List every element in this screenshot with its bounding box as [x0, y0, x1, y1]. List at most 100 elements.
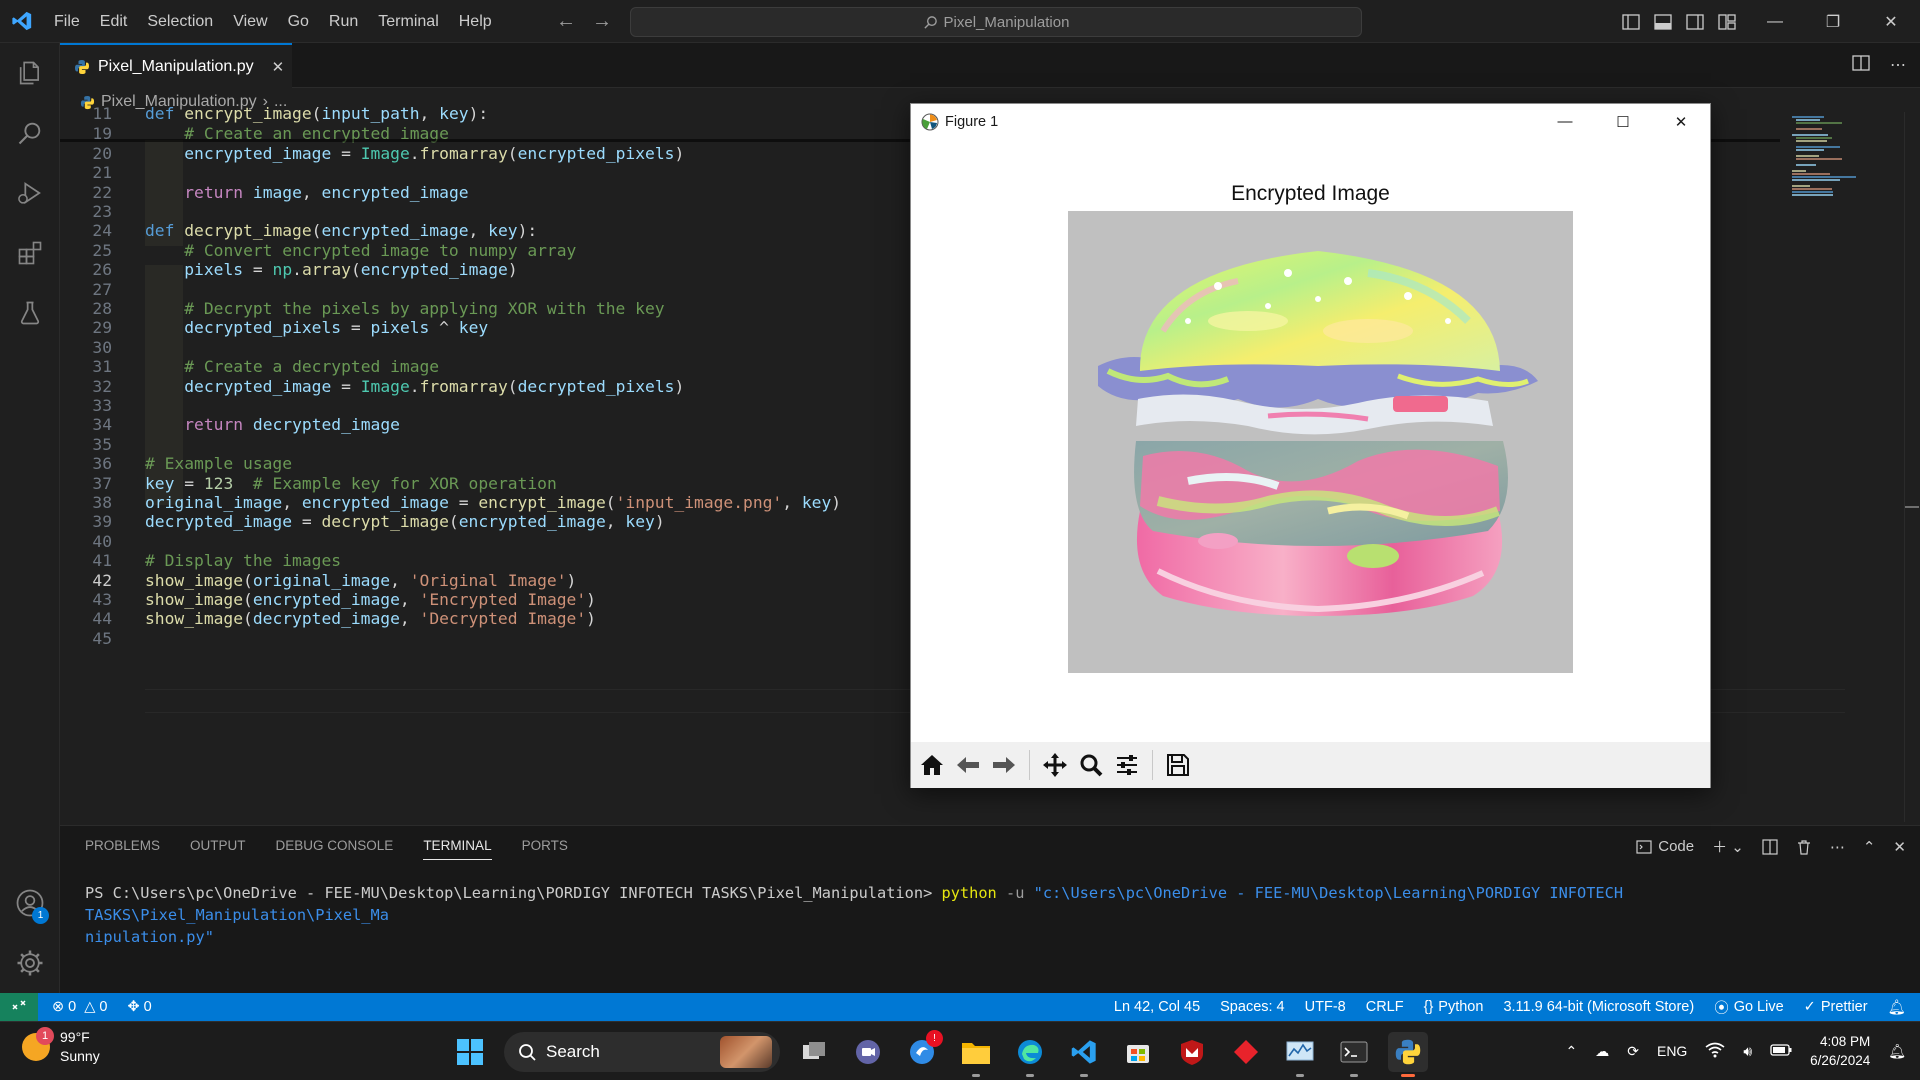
- weather-condition: Sunny: [60, 1048, 100, 1064]
- figure-minimize-button[interactable]: —: [1536, 104, 1594, 139]
- indentation[interactable]: Spaces: 4: [1220, 999, 1285, 1015]
- python-figure-taskbar-icon[interactable]: [1388, 1032, 1428, 1077]
- tab-problems[interactable]: PROBLEMS: [85, 838, 160, 860]
- browser-app-icon[interactable]: !: [902, 1030, 943, 1072]
- maximize-panel-icon[interactable]: ⌃: [1863, 838, 1876, 856]
- more-actions-icon[interactable]: ⋯: [1890, 55, 1906, 75]
- tab-output[interactable]: OUTPUT: [190, 838, 246, 860]
- remote-indicator-icon[interactable]: [0, 993, 38, 1021]
- teams-meet-icon[interactable]: [848, 1032, 888, 1072]
- figure-maximize-button[interactable]: ☐: [1594, 104, 1652, 139]
- toggle-sidebar-icon[interactable]: [1622, 13, 1640, 30]
- mcafee-icon[interactable]: [1172, 1032, 1212, 1072]
- windows-taskbar: 1 99°F Sunny Search ! ⌃ ☁ ⟳ ENG 🔊︎ 4:08 …: [0, 1021, 1920, 1080]
- manage-gear-icon[interactable]: [14, 947, 46, 979]
- problems-indicator[interactable]: ⊗ 0 △ 0: [52, 999, 107, 1015]
- menu-go[interactable]: Go: [278, 0, 319, 43]
- back-icon[interactable]: [953, 750, 983, 780]
- toggle-panel-icon[interactable]: [1654, 13, 1672, 30]
- split-terminal-icon[interactable]: [1762, 838, 1778, 855]
- taskbar-search-label: Search: [546, 1042, 600, 1061]
- vscode-taskbar-icon[interactable]: [1064, 1032, 1104, 1077]
- close-window-button[interactable]: ✕: [1862, 0, 1920, 43]
- testing-flask-icon[interactable]: [14, 297, 46, 329]
- split-editor-icon[interactable]: [1852, 55, 1870, 71]
- notification-bell-icon[interactable]: 🔔︎: [1888, 1043, 1906, 1060]
- tab-ports[interactable]: PORTS: [522, 838, 568, 860]
- weather-widget[interactable]: 1 99°F Sunny: [22, 1027, 100, 1066]
- encoding[interactable]: UTF-8: [1305, 999, 1346, 1015]
- wifi-icon[interactable]: [1705, 1042, 1725, 1061]
- red-diamond-app-icon[interactable]: [1226, 1032, 1266, 1072]
- python-interpreter[interactable]: 3.11.9 64-bit (Microsoft Store): [1503, 999, 1694, 1015]
- tab-debug-console[interactable]: DEBUG CONSOLE: [276, 838, 394, 860]
- task-view-icon[interactable]: [794, 1032, 834, 1072]
- menu-file[interactable]: File: [44, 0, 90, 43]
- notifications-bell-icon[interactable]: 🔔︎: [1888, 999, 1906, 1016]
- accounts-icon[interactable]: 1: [14, 887, 49, 924]
- cursor-position[interactable]: Ln 42, Col 45: [1114, 999, 1200, 1015]
- input-language[interactable]: ENG: [1657, 1043, 1687, 1059]
- start-button[interactable]: [450, 1032, 490, 1072]
- file-explorer-icon[interactable]: [956, 1032, 996, 1077]
- minimize-button[interactable]: —: [1746, 0, 1804, 43]
- menu-run[interactable]: Run: [319, 0, 368, 43]
- tab-pixel-manipulation[interactable]: Pixel_Manipulation.py ✕: [60, 43, 292, 88]
- edge-browser-icon[interactable]: [1010, 1032, 1050, 1077]
- command-center-search[interactable]: Pixel_Manipulation: [630, 7, 1362, 37]
- terminal-app-icon[interactable]: [1334, 1032, 1374, 1077]
- search-icon[interactable]: [14, 117, 46, 149]
- back-arrow-icon[interactable]: ←: [556, 10, 576, 33]
- menu-view[interactable]: View: [223, 0, 277, 43]
- menu-terminal[interactable]: Terminal: [368, 0, 448, 43]
- forward-icon[interactable]: [989, 750, 1019, 780]
- language-mode[interactable]: {} Python: [1424, 999, 1484, 1015]
- panel-more-icon[interactable]: ⋯: [1830, 838, 1845, 856]
- configure-subplots-icon[interactable]: [1112, 750, 1142, 780]
- menu-selection[interactable]: Selection: [137, 0, 223, 43]
- figure-close-button[interactable]: ✕: [1652, 104, 1710, 139]
- go-live-button[interactable]: ⦿ Go Live: [1714, 997, 1783, 1018]
- toggle-secondary-sidebar-icon[interactable]: [1686, 13, 1704, 30]
- battery-icon[interactable]: [1770, 1043, 1792, 1059]
- editor-scrollbar[interactable]: [1904, 112, 1919, 822]
- line-ending[interactable]: CRLF: [1366, 999, 1404, 1015]
- tab-terminal[interactable]: TERMINAL: [423, 838, 492, 860]
- minimap-line: [1796, 155, 1820, 157]
- running-indicator: [1350, 1074, 1358, 1077]
- microsoft-store-icon[interactable]: [1118, 1032, 1158, 1072]
- volume-icon[interactable]: 🔊︎: [1743, 1043, 1752, 1060]
- taskbar-search[interactable]: Search: [504, 1032, 780, 1072]
- figure-title-bar[interactable]: Figure 1 — ☐ ✕: [911, 104, 1710, 139]
- forward-arrow-icon[interactable]: →: [592, 10, 612, 33]
- minimap-line: [1796, 164, 1816, 166]
- minimap[interactable]: [1790, 112, 1910, 202]
- home-icon[interactable]: [917, 750, 947, 780]
- trash-icon[interactable]: [1796, 839, 1812, 855]
- close-tab-icon[interactable]: ✕: [272, 58, 285, 76]
- terminal-shell-selector[interactable]: Code: [1636, 838, 1694, 855]
- explorer-icon[interactable]: [14, 57, 46, 89]
- clock[interactable]: 4:08 PM 6/26/2024: [1810, 1032, 1870, 1070]
- onedrive-offline-icon[interactable]: ☁: [1595, 1043, 1609, 1060]
- notification-badge: !: [926, 1030, 943, 1047]
- zoom-icon[interactable]: [1076, 750, 1106, 780]
- command-center-label: Pixel_Manipulation: [943, 13, 1070, 31]
- terminal-output[interactable]: PS C:\Users\pc\OneDrive - FEE-MU\Desktop…: [85, 882, 1915, 948]
- menu-edit[interactable]: Edit: [90, 0, 138, 43]
- run-debug-icon[interactable]: [14, 177, 46, 209]
- close-panel-icon[interactable]: ✕: [1893, 838, 1906, 856]
- extensions-icon[interactable]: [14, 237, 46, 269]
- customize-layout-icon[interactable]: [1718, 13, 1736, 30]
- new-terminal-icon[interactable]: ＋ ⌄: [1712, 836, 1744, 857]
- sync-icon[interactable]: ⟳: [1627, 1043, 1639, 1060]
- save-figure-icon[interactable]: [1163, 750, 1193, 780]
- restore-button[interactable]: ❐: [1804, 0, 1862, 43]
- resource-monitor-icon[interactable]: [1280, 1032, 1320, 1077]
- ports-indicator[interactable]: ✥ 0: [127, 999, 151, 1015]
- menu-help[interactable]: Help: [449, 0, 502, 43]
- minimap-line: [1796, 128, 1823, 130]
- show-hidden-icons-chevron[interactable]: ⌃: [1566, 1043, 1578, 1060]
- prettier-status[interactable]: ✓ Prettier: [1804, 999, 1868, 1015]
- pan-move-icon[interactable]: [1040, 750, 1070, 780]
